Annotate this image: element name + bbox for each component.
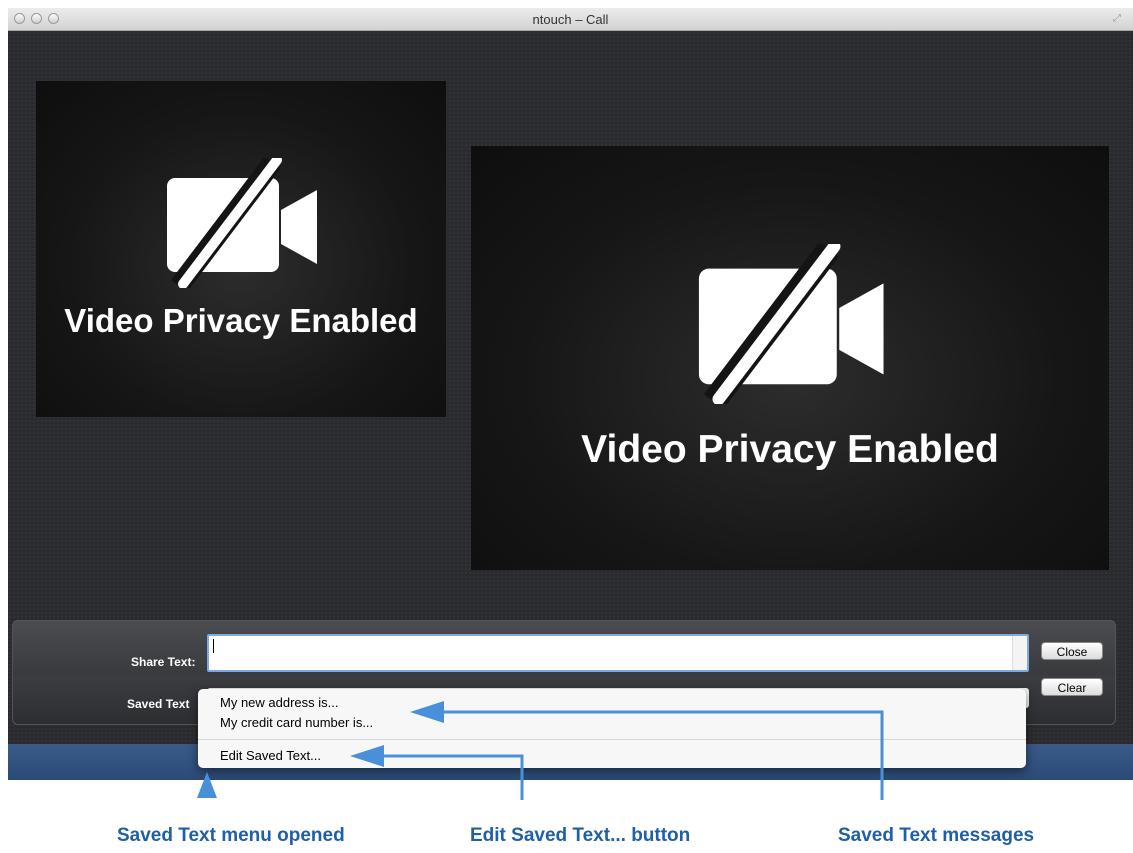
annotation-edit-button: Edit Saved Text... button [470, 825, 691, 846]
arrowhead-up [197, 772, 217, 798]
arrowhead-left-edit [350, 745, 384, 767]
annotation-menu-opened: Saved Text menu opened [117, 825, 345, 846]
annotation-arrows [197, 701, 884, 800]
arrowhead-left-messages [410, 701, 444, 723]
arrow-edit-saved-text [380, 754, 524, 800]
annotation-saved-messages: Saved Text messages [838, 825, 1035, 846]
